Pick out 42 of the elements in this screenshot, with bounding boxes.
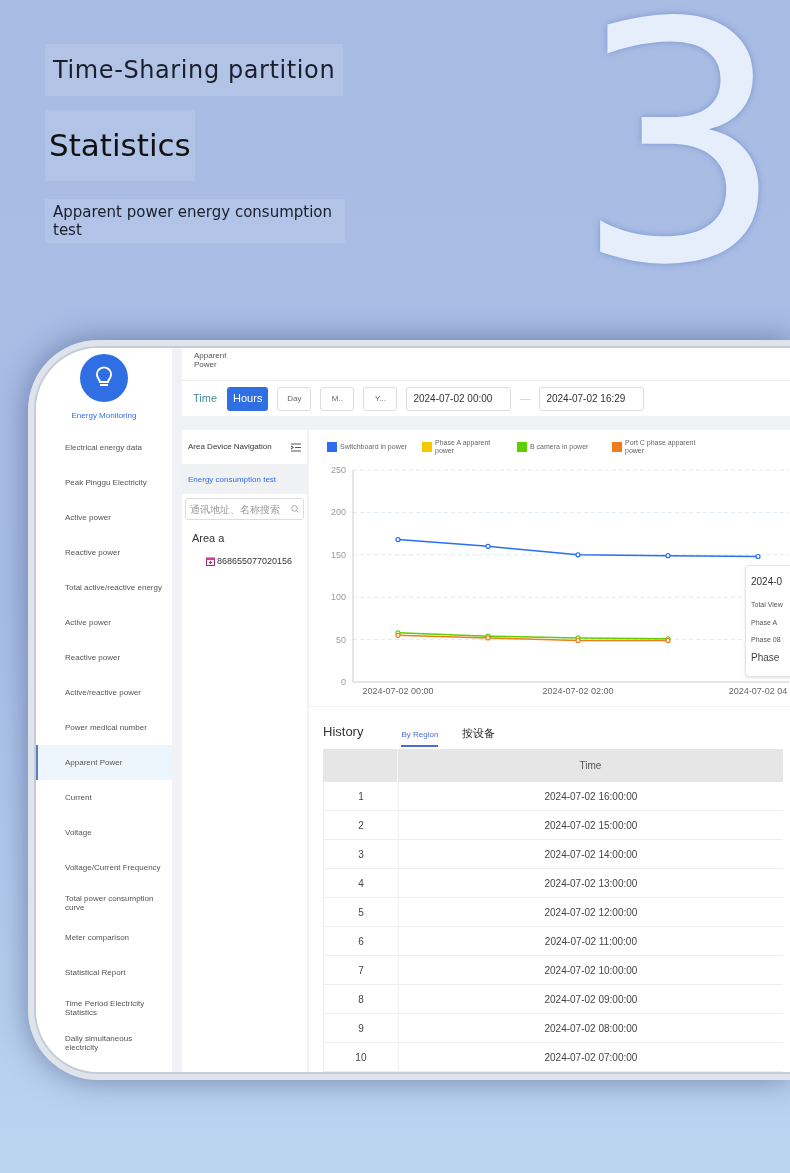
table-cell: 2 xyxy=(324,811,399,839)
breadcrumb: Apparent Power xyxy=(193,350,228,371)
table-cell-text: 2024-07-02 08:00:00 xyxy=(543,1021,639,1036)
subtitle: Apparent power energy consumption test xyxy=(45,198,345,243)
table-cell: 5 xyxy=(324,898,399,926)
axis-label: 2024-07-02 02:00 xyxy=(542,686,614,696)
axis-label: 100 xyxy=(330,592,346,603)
table-cell-text: 2024-07-02 15:00:00 xyxy=(543,818,639,833)
tooltip-title: 2024-0 xyxy=(751,575,784,589)
table-cell-text: 2024-07-02 10:00:00 xyxy=(543,963,639,978)
axis-label: 50 xyxy=(336,634,346,645)
decorative-number: 3 xyxy=(575,0,785,310)
table-cell-text: 2024-07-02 16:00:00 xyxy=(543,789,639,804)
table-cell: 3 xyxy=(324,840,399,868)
axis-label: 150 xyxy=(330,549,346,560)
table-cell: 9 xyxy=(324,1014,399,1042)
table-cell: 7 xyxy=(324,956,399,984)
axis-label: 2024-07-02 00:00 xyxy=(362,686,434,696)
panel-title: Area Device Navigation xyxy=(188,441,272,453)
app-name: Energy Monitoring xyxy=(71,410,137,422)
column-header: Time xyxy=(578,759,603,773)
table-cell-text: 2024-07-02 13:00:00 xyxy=(543,876,639,891)
table-cell: 8 xyxy=(324,985,399,1013)
table-cell-text: 2024-07-02 14:00:00 xyxy=(543,847,639,862)
table-cell-text: 2024-07-02 07:00:00 xyxy=(543,1050,639,1065)
filter-label: Time xyxy=(193,391,218,407)
tooltip-line: Phase xyxy=(751,650,781,665)
table-cell: 10 xyxy=(324,1043,399,1071)
table-cell: 4 xyxy=(324,869,399,897)
table-cell-text: 2024-07-02 12:00:00 xyxy=(543,905,639,920)
table-cell: 1 xyxy=(324,782,399,810)
axis-label: 2024-07-02 04 xyxy=(728,686,788,696)
table-cell-text: 2024-07-02 09:00:00 xyxy=(543,992,639,1007)
heading: Time-Sharing partition xyxy=(45,44,344,96)
table-cell-text: 2024-07-02 11:00:00 xyxy=(543,934,638,949)
table-cell: 6 xyxy=(324,927,399,955)
section-title: History xyxy=(323,722,364,741)
axis-label: 0 xyxy=(341,677,346,687)
date-separator: — xyxy=(520,392,531,406)
title: Statistics xyxy=(45,110,195,181)
axis-label: 200 xyxy=(330,507,346,518)
axis-label: 250 xyxy=(330,465,346,475)
